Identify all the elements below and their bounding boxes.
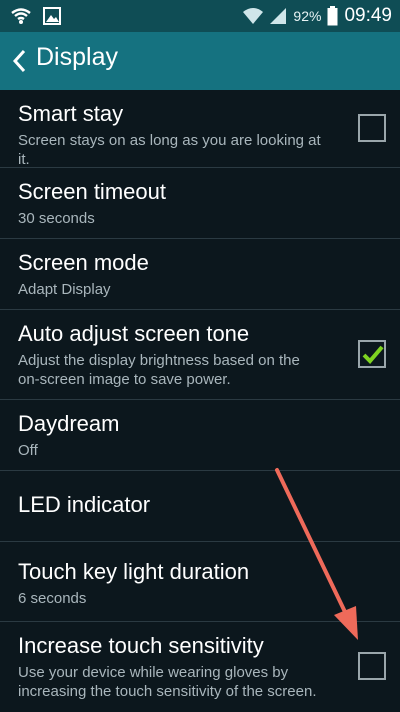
setting-summary: Adjust the display brightness based on t… [18,352,300,388]
clock: 09:49 [344,5,392,26]
action-bar: Display [0,32,400,90]
setting-label: LED indicator [18,492,151,517]
system-status: 92% 09:49 [243,5,392,27]
signal-icon [270,8,287,24]
setting-touch-key-light-duration[interactable]: Touch key light duration 6 seconds [0,542,400,622]
battery-percent: 92% [293,8,322,24]
setting-summary: Use your device while wearing gloves by … [18,664,317,700]
page-title: Display [36,43,118,71]
setting-screen-timeout[interactable]: Screen timeout 30 seconds [0,168,400,239]
setting-summary: 6 seconds [18,590,87,607]
setting-label: Auto adjust screen tone [18,321,250,346]
setting-summary: 30 seconds [18,210,95,227]
setting-auto-adjust-screen-tone[interactable]: Auto adjust screen tone Adjust the displ… [0,310,400,400]
back-arrow-icon[interactable] [10,47,30,75]
notification-icons [10,6,62,26]
wifi-call-icon [11,8,31,24]
wifi-icon [243,8,264,24]
auto-adjust-tone-checkbox[interactable] [358,339,386,368]
setting-summary: Screen stays on as long as you are looki… [18,132,321,168]
settings-list: Smart stay Screen stays on as long as yo… [0,90,400,712]
battery-icon [327,6,338,26]
setting-summary: Adapt Display [18,281,111,298]
setting-increase-touch-sensitivity[interactable]: Increase touch sensitivity Use your devi… [0,622,400,712]
setting-label: Increase touch sensitivity [18,633,264,658]
smart-stay-checkbox[interactable] [358,113,386,142]
setting-label: Screen mode [18,250,149,275]
touch-sensitivity-checkbox[interactable] [358,652,386,680]
setting-daydream[interactable]: Daydream Off [0,400,400,471]
setting-smart-stay[interactable]: Smart stay Screen stays on as long as yo… [0,90,400,168]
setting-label: Daydream [18,411,120,436]
setting-label: Touch key light duration [18,559,250,584]
status-bar: 92% 09:49 [0,0,400,32]
setting-label: Smart stay [18,101,124,126]
setting-led-indicator[interactable]: LED indicator [0,471,400,542]
checkmark-icon [362,345,384,364]
setting-summary: Off [18,442,38,459]
setting-screen-mode[interactable]: Screen mode Adapt Display [0,239,400,310]
gallery-icon [43,7,61,25]
setting-label: Screen timeout [18,179,166,204]
